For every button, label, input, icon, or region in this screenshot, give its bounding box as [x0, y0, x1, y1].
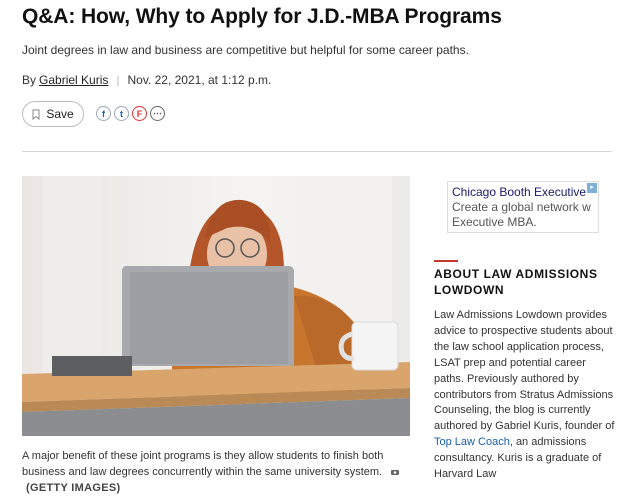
flipboard-icon[interactable]: F — [132, 106, 147, 121]
header-divider — [22, 151, 612, 152]
author-link[interactable]: Gabriel Kuris — [39, 73, 108, 87]
article-photo — [22, 176, 410, 436]
bookmark-icon — [32, 109, 40, 120]
publish-date: Nov. 22, 2021, at 1:12 p.m. — [127, 73, 272, 87]
camera-icon — [391, 470, 400, 476]
ad-body-line: Create a global network w — [452, 200, 591, 214]
caption-text: A major benefit of these joint programs … — [22, 450, 384, 478]
more-icon[interactable]: ⋯ — [150, 106, 165, 121]
top-law-coach-link[interactable]: Top Law Coach — [434, 436, 510, 448]
ad-body-line: Executive MBA. — [452, 215, 537, 229]
sponsored-ad[interactable]: ▸ Chicago Booth Executive Create a globa… — [447, 181, 599, 233]
article-headline: Q&A: How, Why to Apply for J.D.-MBA Prog… — [22, 5, 502, 28]
about-text-part: Law Admissions Lowdown provides advice t… — [434, 309, 615, 433]
about-heading: ABOUT LAW ADMISSIONS LOWDOWN — [434, 267, 598, 297]
twitter-icon[interactable]: t — [114, 106, 129, 121]
share-bar: f t F ⋯ — [96, 106, 165, 121]
article-subheadline: Joint degrees in law and business are co… — [22, 43, 469, 57]
ad-choices-icon[interactable]: ▸ — [587, 183, 597, 193]
ad-title[interactable]: Chicago Booth Executive — [452, 185, 594, 200]
byline: By Gabriel Kuris | Nov. 22, 2021, at 1:1… — [22, 73, 271, 87]
byline-divider: | — [116, 73, 120, 87]
about-text: Law Admissions Lowdown provides advice t… — [434, 308, 616, 483]
photo-illustration — [22, 176, 410, 436]
photo-credit: (GETTY IMAGES) — [26, 482, 121, 494]
photo-caption: A major benefit of these joint programs … — [22, 448, 410, 496]
save-button[interactable]: Save — [22, 101, 84, 127]
section-accent-bar — [434, 260, 458, 262]
save-label: Save — [46, 107, 74, 121]
facebook-icon[interactable]: f — [96, 106, 111, 121]
byline-prefix: By — [22, 73, 37, 87]
